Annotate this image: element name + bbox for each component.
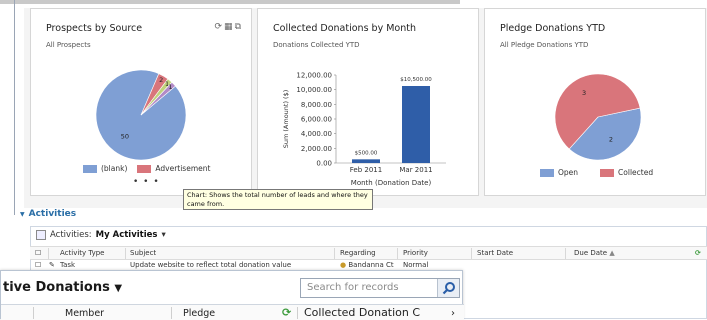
chevron-down-icon[interactable]: ▼ <box>114 283 122 294</box>
priority-cell: Normal <box>403 261 429 269</box>
calendar-icon <box>36 230 46 240</box>
legend-label: Advertisement <box>155 164 211 173</box>
column-priority[interactable]: Priority <box>403 249 428 257</box>
column-collected-donation[interactable]: Collected Donation C <box>304 306 420 319</box>
legend-swatch <box>83 164 97 173</box>
chart-legend: (blank) Advertisement <box>83 164 210 173</box>
subject-cell[interactable]: Update website to reflect total donation… <box>130 261 291 269</box>
sort-up-icon: ▲ <box>609 249 615 257</box>
y-tick-label: 6,000.00 <box>301 116 332 124</box>
refresh-icon[interactable]: ⟳ <box>215 22 225 32</box>
pledge-chart-panel: Pledge Donations YTD All Pledge Donation… <box>484 8 706 196</box>
column-subject[interactable]: Subject <box>130 249 156 257</box>
panel-subtitle: All Pledge Donations YTD <box>500 41 589 49</box>
pie-data-label: 2 <box>159 76 163 84</box>
y-tick-label: 2,000.00 <box>301 145 332 153</box>
y-tick-label: 4,000.00 <box>301 130 332 138</box>
refresh-icon[interactable]: ⟳ <box>695 249 701 257</box>
left-border <box>14 0 15 215</box>
bar[interactable] <box>402 86 430 163</box>
x-axis-label: Month (Donation Date) <box>351 179 432 187</box>
y-tick-label: 12,000.00 <box>296 72 332 80</box>
bar-data-label: $500.00 <box>355 150 378 156</box>
view-title[interactable]: tive Donations ▼ <box>3 280 122 295</box>
account-icon: ● <box>340 261 347 269</box>
legend-swatch <box>600 168 615 177</box>
view-selector[interactable]: Activities: My Activities ▾ <box>36 230 166 240</box>
chevron-right-icon[interactable]: › <box>451 308 455 319</box>
panel-subtitle: Donations Collected YTD <box>273 41 360 49</box>
section-title: Activities <box>28 209 77 219</box>
legend-label: (blank) <box>101 164 128 173</box>
donations-chart-panel: Collected Donations by Month Donations C… <box>257 8 479 196</box>
search-button[interactable] <box>437 279 459 297</box>
column-start-date[interactable]: Start Date <box>477 249 513 257</box>
column-member[interactable]: Member <box>65 308 104 319</box>
row-checkbox[interactable]: ☐ <box>35 261 41 269</box>
grid-icon[interactable]: ▦ <box>224 22 235 32</box>
chevron-down-icon[interactable]: ▾ <box>161 230 165 240</box>
y-tick-label: 10,000.00 <box>296 86 332 94</box>
view-name[interactable]: My Activities <box>96 230 158 240</box>
legend-swatch <box>137 164 152 173</box>
refresh-icon[interactable]: ⟳ <box>282 306 291 319</box>
donations-bar-chart[interactable]: 0.00 2,000.00 4,000.00 6,000.00 8,000.00 10,0… <box>258 53 480 193</box>
view-label: Activities: <box>50 230 92 240</box>
pie-data-label: 1 <box>168 83 172 91</box>
search-placeholder: Search for records <box>307 282 399 293</box>
collapse-icon[interactable]: ▼ <box>20 211 25 218</box>
chart-tooltip: Chart: Shows the total number of leads a… <box>183 189 373 210</box>
panel-title: Collected Donations by Month <box>273 23 416 34</box>
x-tick-label: Mar 2011 <box>399 166 432 174</box>
pie-data-label: 3 <box>582 89 586 97</box>
expand-icon[interactable]: ⧉ <box>235 22 243 32</box>
panel-title: Pledge Donations YTD <box>500 23 606 34</box>
chart-legend: Open Collected <box>540 168 653 177</box>
search-icon <box>442 282 455 295</box>
task-icon: ✎ <box>49 261 55 269</box>
column-pledge[interactable]: Pledge <box>183 308 215 319</box>
select-all-checkbox[interactable]: ☐ <box>35 249 41 257</box>
pie-data-label: 50 <box>121 133 129 141</box>
active-donations-window: tive Donations ▼ Search for records Memb… <box>0 270 464 320</box>
column-activity-type[interactable]: Activity Type <box>60 249 104 257</box>
y-tick-label: 0.00 <box>316 160 332 168</box>
prospects-chart-panel: Prospects by Source ⟳▦⧉ All Prospects 50… <box>30 8 252 196</box>
legend-label: Open <box>558 168 579 177</box>
activity-type-cell[interactable]: Task <box>60 261 75 269</box>
top-scroll-bar <box>0 0 460 4</box>
search-input[interactable]: Search for records <box>300 278 460 298</box>
column-due-date[interactable]: Due Date ▲ <box>574 249 615 257</box>
grid-header: Member Pledge ⟳ Collected Donation C › <box>1 304 464 320</box>
activities-section-header[interactable]: ▼ Activities <box>20 209 76 219</box>
pledge-pie-chart[interactable]: 23 <box>485 53 707 173</box>
prospects-pie-chart[interactable]: 5021 1 <box>31 49 253 169</box>
panel-toolbar: ⟳▦⧉ <box>215 22 244 32</box>
column-regarding[interactable]: Regarding <box>340 249 376 257</box>
more-icon[interactable]: • • • <box>133 177 160 187</box>
bar[interactable] <box>352 159 380 163</box>
grid-header: ☐ Activity Type Subject Regarding Priori… <box>30 246 707 260</box>
bar-data-label: $10,500.00 <box>400 77 432 83</box>
panel-subtitle: All Prospects <box>46 41 91 49</box>
regarding-cell[interactable]: ● Bandanna Ct <box>340 261 394 269</box>
pie-data-label: 2 <box>609 135 613 143</box>
panel-title: Prospects by Source <box>46 23 143 34</box>
x-tick-label: Feb 2011 <box>350 166 382 174</box>
y-tick-label: 8,000.00 <box>301 101 332 109</box>
y-axis-label: Sum (Amount) ($) <box>282 90 290 149</box>
legend-swatch <box>540 168 554 177</box>
legend-label: Collected <box>618 168 654 177</box>
